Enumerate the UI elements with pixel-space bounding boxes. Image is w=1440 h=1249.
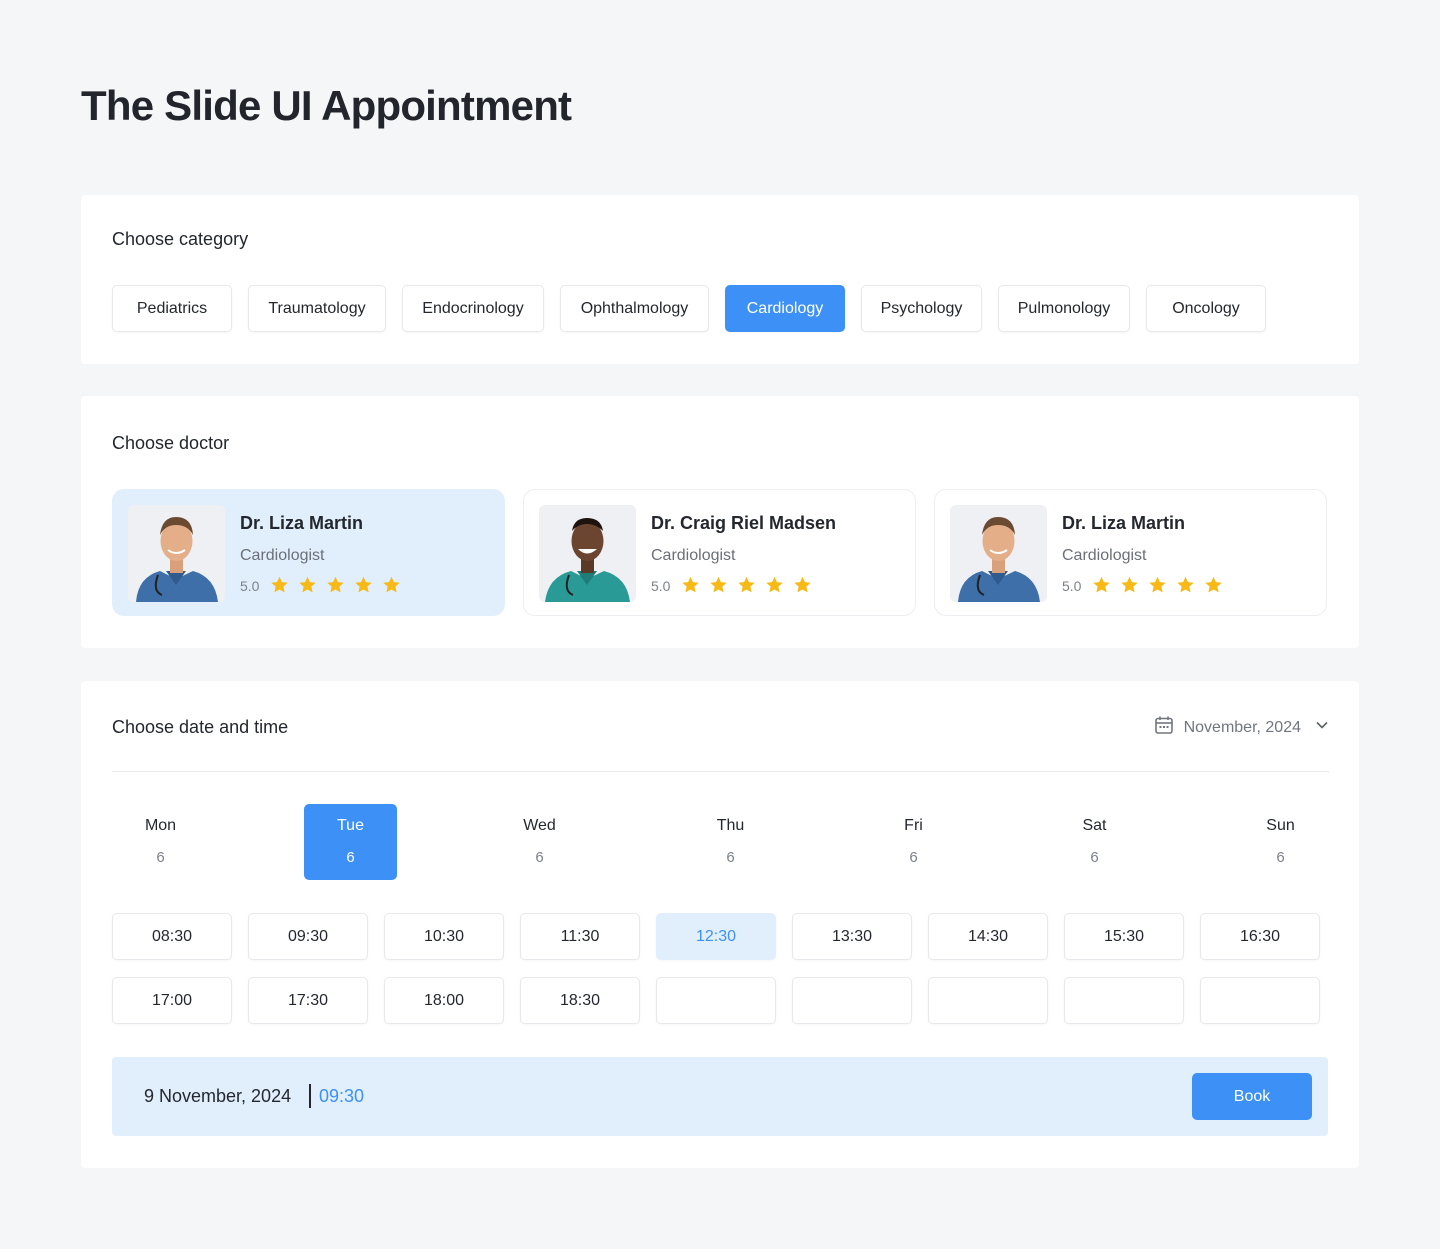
chevron-down-icon bbox=[1315, 718, 1329, 737]
day-name: Fri bbox=[904, 817, 923, 834]
datetime-card: Choose date and time November, 2024 Mon … bbox=[81, 681, 1359, 1168]
doctor-name: Dr. Liza Martin bbox=[240, 513, 364, 533]
time-slot-empty[interactable] bbox=[1200, 977, 1320, 1024]
day-tue[interactable]: Tue 6 bbox=[304, 804, 397, 880]
time-slot[interactable]: 15:30 bbox=[1064, 913, 1184, 960]
star-icon bbox=[681, 575, 709, 595]
doctor-option-1[interactable]: Dr. Liza Martin Cardiologist 5.0 bbox=[112, 489, 505, 616]
star-icon bbox=[1176, 575, 1204, 595]
time-slot[interactable]: 13:30 bbox=[792, 913, 912, 960]
day-number: 6 bbox=[1090, 849, 1099, 866]
summary-date: 9 November, 2024 bbox=[144, 1086, 292, 1106]
star-icon bbox=[709, 575, 737, 595]
day-name: Mon bbox=[144, 817, 177, 834]
day-thu[interactable]: Thu 6 bbox=[684, 804, 777, 880]
doctor-rating: 5.0 bbox=[651, 578, 671, 594]
day-number: 6 bbox=[726, 849, 735, 866]
time-slot[interactable]: 08:30 bbox=[112, 913, 232, 960]
category-pill-pulmonology[interactable]: Pulmonology bbox=[998, 285, 1130, 332]
star-icon bbox=[1148, 575, 1176, 595]
booking-summary: 9 November, 2024 09:30 Book bbox=[112, 1057, 1328, 1136]
star-icon bbox=[737, 575, 765, 595]
category-pill-traumatology[interactable]: Traumatology bbox=[248, 285, 386, 332]
day-number: 6 bbox=[535, 849, 544, 866]
category-pill-pediatrics[interactable]: Pediatrics bbox=[112, 285, 232, 332]
star-icon bbox=[1120, 575, 1148, 595]
summary-separator bbox=[309, 1084, 311, 1108]
time-slot-empty[interactable] bbox=[792, 977, 912, 1024]
summary-time: 09:30 bbox=[319, 1086, 365, 1106]
day-mon[interactable]: Mon 6 bbox=[114, 804, 207, 880]
doctor-specialty: Cardiologist bbox=[240, 547, 325, 564]
month-picker[interactable]: November, 2024 bbox=[1154, 715, 1329, 740]
time-slot-empty[interactable] bbox=[656, 977, 776, 1024]
time-slot[interactable]: 18:00 bbox=[384, 977, 504, 1024]
day-name: Sat bbox=[1082, 817, 1107, 834]
time-slot[interactable]: 09:30 bbox=[248, 913, 368, 960]
time-slot[interactable]: 17:00 bbox=[112, 977, 232, 1024]
star-icon bbox=[354, 575, 382, 595]
doctor-section-title: Choose doctor bbox=[112, 433, 230, 453]
day-fri[interactable]: Fri 6 bbox=[867, 804, 960, 880]
doctor-option-3[interactable]: Dr. Liza Martin Cardiologist 5.0 bbox=[934, 489, 1327, 616]
day-name: Tue bbox=[337, 817, 364, 834]
day-number: 6 bbox=[346, 849, 355, 866]
page-title: The Slide UI Appointment bbox=[81, 82, 572, 129]
doctor-rating: 5.0 bbox=[1062, 578, 1082, 594]
star-icon bbox=[382, 575, 410, 595]
time-slot[interactable]: 10:30 bbox=[384, 913, 504, 960]
time-slot[interactable]: 16:30 bbox=[1200, 913, 1320, 960]
category-pill-endocrinology[interactable]: Endocrinology bbox=[402, 285, 544, 332]
section-divider bbox=[112, 771, 1329, 772]
doctor-photo bbox=[539, 505, 636, 602]
day-name: Wed bbox=[523, 817, 556, 834]
book-button[interactable]: Book bbox=[1192, 1073, 1312, 1120]
time-slot[interactable]: 18:30 bbox=[520, 977, 640, 1024]
doctor-card: Choose doctor Dr. Liza Martin Cardiologi… bbox=[81, 396, 1359, 648]
day-number: 6 bbox=[909, 849, 918, 866]
category-pill-cardiology[interactable]: Cardiology bbox=[725, 285, 845, 332]
rating-stars bbox=[681, 575, 821, 595]
star-icon bbox=[298, 575, 326, 595]
category-pill-psychology[interactable]: Psychology bbox=[861, 285, 982, 332]
day-wed[interactable]: Wed 6 bbox=[493, 804, 586, 880]
month-label: November, 2024 bbox=[1183, 718, 1301, 736]
day-sun[interactable]: Sun 6 bbox=[1234, 804, 1327, 880]
day-name: Sun bbox=[1266, 817, 1295, 834]
doctor-photo bbox=[950, 505, 1047, 602]
category-pill-oncology[interactable]: Oncology bbox=[1146, 285, 1266, 332]
day-number: 6 bbox=[156, 849, 165, 866]
time-slot[interactable]: 17:30 bbox=[248, 977, 368, 1024]
time-slot[interactable]: 11:30 bbox=[520, 913, 640, 960]
category-pill-ophthalmology[interactable]: Ophthalmology bbox=[560, 285, 709, 332]
day-sat[interactable]: Sat 6 bbox=[1048, 804, 1141, 880]
doctor-photo bbox=[128, 505, 225, 602]
day-name: Thu bbox=[716, 817, 745, 834]
calendar-icon bbox=[1154, 715, 1174, 740]
day-number: 6 bbox=[1276, 849, 1285, 866]
star-icon bbox=[765, 575, 793, 595]
doctor-name: Dr. Liza Martin bbox=[1062, 513, 1186, 533]
star-icon bbox=[793, 575, 821, 595]
doctor-option-2[interactable]: Dr. Craig Riel Madsen Cardiologist 5.0 bbox=[523, 489, 916, 616]
star-icon bbox=[270, 575, 298, 595]
category-section-title: Choose category bbox=[112, 229, 249, 249]
category-card: Choose category Pediatrics Traumatology … bbox=[81, 195, 1359, 364]
time-slot[interactable]: 14:30 bbox=[928, 913, 1048, 960]
time-slot-empty[interactable] bbox=[928, 977, 1048, 1024]
rating-stars bbox=[1092, 575, 1232, 595]
doctor-rating: 5.0 bbox=[240, 578, 260, 594]
star-icon bbox=[326, 575, 354, 595]
rating-stars bbox=[270, 575, 410, 595]
star-icon bbox=[1204, 575, 1232, 595]
doctor-name: Dr. Craig Riel Madsen bbox=[651, 513, 837, 533]
doctor-specialty: Cardiologist bbox=[1062, 547, 1147, 564]
time-slot-empty[interactable] bbox=[1064, 977, 1184, 1024]
star-icon bbox=[1092, 575, 1120, 595]
time-slot-selected[interactable]: 12:30 bbox=[656, 913, 776, 960]
datetime-section-title: Choose date and time bbox=[112, 717, 289, 737]
doctor-specialty: Cardiologist bbox=[651, 547, 736, 564]
